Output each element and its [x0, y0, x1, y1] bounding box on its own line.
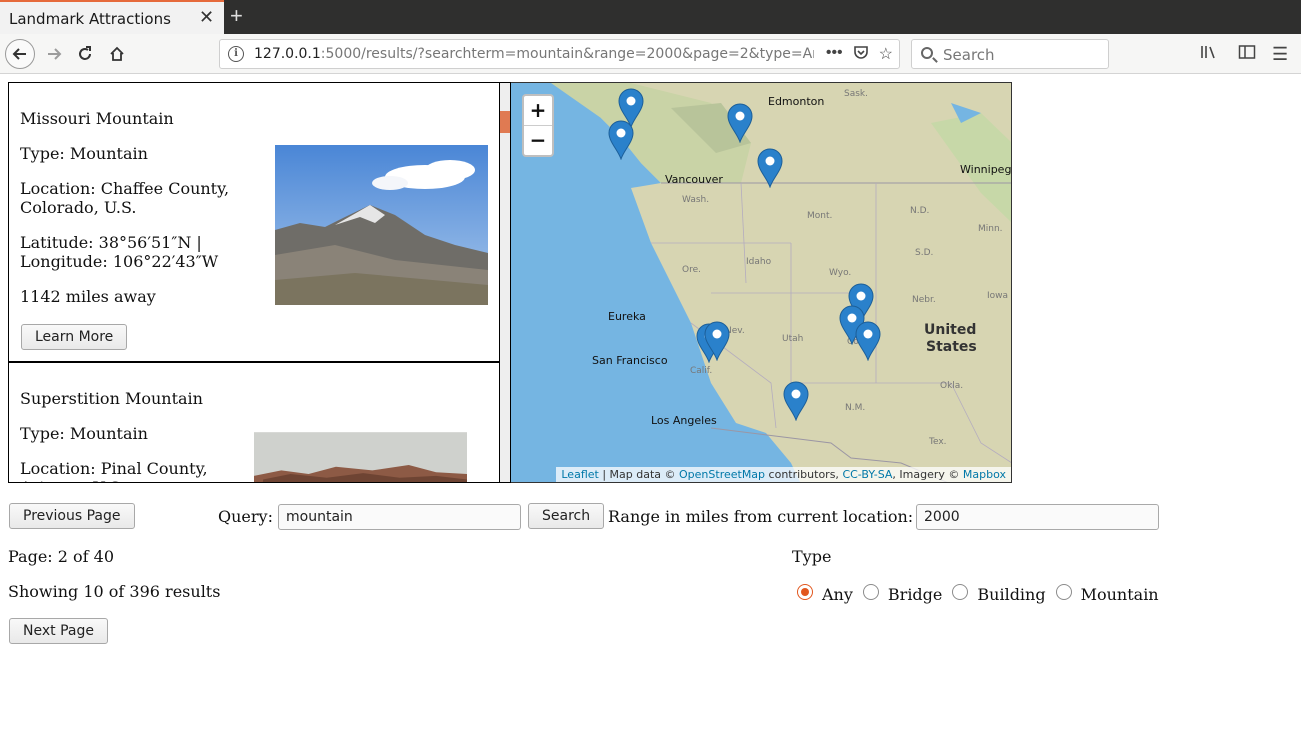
type-radio-group: Any Bridge Building Mountain	[797, 583, 1169, 604]
result-location: Location: Chaffee County, Colorado, U.S.	[20, 179, 230, 217]
pocket-icon[interactable]	[853, 44, 869, 65]
next-page-button[interactable]: Next Page	[9, 618, 108, 644]
type-option-label: Mountain	[1080, 585, 1159, 604]
search-button[interactable]: Search	[528, 503, 605, 529]
forward-arrow-icon[interactable]	[39, 39, 69, 69]
result-distance: 1142 miles away	[20, 287, 156, 306]
results-count: Showing 10 of 396 results	[8, 582, 221, 601]
map-label-ore: Ore.	[682, 265, 701, 275]
reload-icon[interactable]	[70, 39, 100, 69]
map-label-states: States	[926, 339, 977, 355]
zoom-in-button[interactable]: +	[524, 96, 552, 126]
mountain-photo	[275, 145, 488, 305]
bookmark-star-icon[interactable]: ☆	[879, 44, 893, 65]
url-bar[interactable]: i 127.0.0.1:5000/results/?searchterm=mou…	[219, 39, 900, 69]
tab-title: Landmark Attractions	[9, 10, 171, 28]
map-marker-icon[interactable]	[757, 148, 783, 189]
map-label-united: United	[924, 322, 977, 338]
close-tab-icon[interactable]: ✕	[199, 7, 214, 28]
map-label-wyo: Wyo.	[829, 268, 852, 278]
type-option-label: Any	[822, 585, 853, 604]
type-option-label: Bridge	[887, 585, 943, 604]
learn-more-button[interactable]: Learn More	[21, 324, 128, 350]
nav-toolbar: i 127.0.0.1:5000/results/?searchterm=mou…	[0, 34, 1301, 74]
query-label: Query:	[218, 507, 273, 526]
map-marker-icon[interactable]	[704, 321, 730, 362]
result-type: Type: Mountain	[20, 144, 148, 163]
new-tab-icon[interactable]: +	[230, 4, 243, 28]
type-label: Type	[792, 547, 832, 566]
more-actions-icon[interactable]: •••	[826, 44, 843, 65]
map-label-vancouver: Vancouver	[665, 173, 723, 186]
map-label-idaho: Idaho	[746, 257, 772, 267]
map-label-los-angeles: Los Angeles	[651, 414, 717, 427]
home-icon[interactable]	[102, 39, 132, 69]
range-label: Range in miles from current location:	[608, 507, 914, 526]
tab-strip: Landmark Attractions ✕ +	[0, 0, 1301, 34]
map-label-sask: Sask.	[844, 89, 868, 99]
browser-search-field[interactable]: Search	[911, 39, 1109, 69]
zoom-control: + −	[522, 94, 554, 157]
map-label-wash: Wash.	[682, 195, 710, 205]
map-label-edmonton: Edmonton	[768, 95, 825, 108]
type-radio-any[interactable]	[797, 583, 813, 600]
result-location: Location: Pinal County, Arizona, U.S.	[20, 459, 208, 482]
site-info-icon[interactable]: i	[228, 46, 244, 62]
zoom-out-button[interactable]: −	[524, 126, 552, 156]
map[interactable]: Edmonton Vancouver Winnipeg Eureka San F…	[511, 82, 1012, 483]
map-marker-icon[interactable]	[608, 120, 634, 161]
library-icon[interactable]	[1200, 44, 1218, 65]
results-scrollbar[interactable]	[499, 83, 510, 482]
result-type: Type: Mountain	[20, 424, 148, 443]
license-link[interactable]: CC-BY-SA	[842, 468, 892, 481]
mapbox-link[interactable]: Mapbox	[963, 468, 1006, 481]
map-label-nd: N.D.	[910, 206, 930, 216]
map-label-okla: Okla.	[940, 381, 964, 391]
map-marker-icon[interactable]	[855, 321, 881, 362]
back-arrow-icon[interactable]	[5, 39, 35, 69]
map-marker-icon[interactable]	[783, 381, 809, 422]
results-scroll-area: Missouri Mountain Type: Mountain Locatio…	[9, 83, 499, 482]
result-name: Superstition Mountain	[20, 389, 203, 408]
scrollbar-thumb[interactable]	[500, 111, 510, 133]
mountain-photo	[254, 432, 467, 482]
leaflet-link[interactable]: Leaflet	[561, 468, 598, 481]
page-indicator: Page: 2 of 40	[8, 547, 115, 566]
result-name: Missouri Mountain	[20, 109, 174, 128]
map-marker-icon[interactable]	[727, 103, 753, 144]
page-content: Missouri Mountain Type: Mountain Locatio…	[0, 75, 1301, 744]
result-card: Missouri Mountain Type: Mountain Locatio…	[9, 83, 499, 363]
map-label-iowa: Iowa	[987, 291, 1009, 301]
map-label-san-francisco: San Francisco	[592, 354, 668, 367]
search-icon	[921, 47, 933, 59]
hamburger-menu-icon[interactable]: ☰	[1272, 44, 1288, 65]
sidebar-icon[interactable]	[1238, 44, 1256, 65]
result-coordinates: Latitude: 38°56′51″N | Longitude: 106°22…	[20, 233, 219, 271]
query-input[interactable]: mountain	[278, 504, 521, 530]
map-label-utah: Utah	[782, 334, 804, 344]
type-option-label: Building	[977, 585, 1046, 604]
type-radio-mountain[interactable]	[1055, 583, 1072, 600]
range-input[interactable]: 2000	[916, 504, 1159, 530]
map-label-minn: Minn.	[978, 224, 1003, 234]
previous-page-button[interactable]: Previous Page	[9, 503, 135, 529]
map-label-nebr: Nebr.	[912, 295, 936, 305]
type-radio-bridge[interactable]	[862, 583, 879, 600]
map-label-eureka: Eureka	[608, 310, 646, 323]
type-radio-building[interactable]	[952, 583, 969, 600]
url-text[interactable]: 127.0.0.1:5000/results/?searchterm=mount…	[254, 46, 814, 62]
map-label-sd: S.D.	[915, 248, 934, 258]
map-label-tex: Tex.	[929, 437, 947, 447]
search-placeholder: Search	[943, 46, 995, 64]
map-attribution: Leaflet | Map data © OpenStreetMap contr…	[556, 467, 1011, 482]
map-label-winnipeg: Winnipeg	[960, 163, 1012, 176]
osm-link[interactable]: OpenStreetMap	[679, 468, 765, 481]
map-label-mont: Mont.	[807, 211, 833, 221]
map-label-calif: Calif.	[690, 366, 713, 376]
browser-tab[interactable]: Landmark Attractions ✕	[0, 0, 224, 34]
results-list[interactable]: Missouri Mountain Type: Mountain Locatio…	[8, 82, 511, 483]
map-label-nm: N.M.	[845, 403, 866, 413]
result-card: Superstition Mountain Type: Mountain Loc…	[9, 363, 499, 482]
